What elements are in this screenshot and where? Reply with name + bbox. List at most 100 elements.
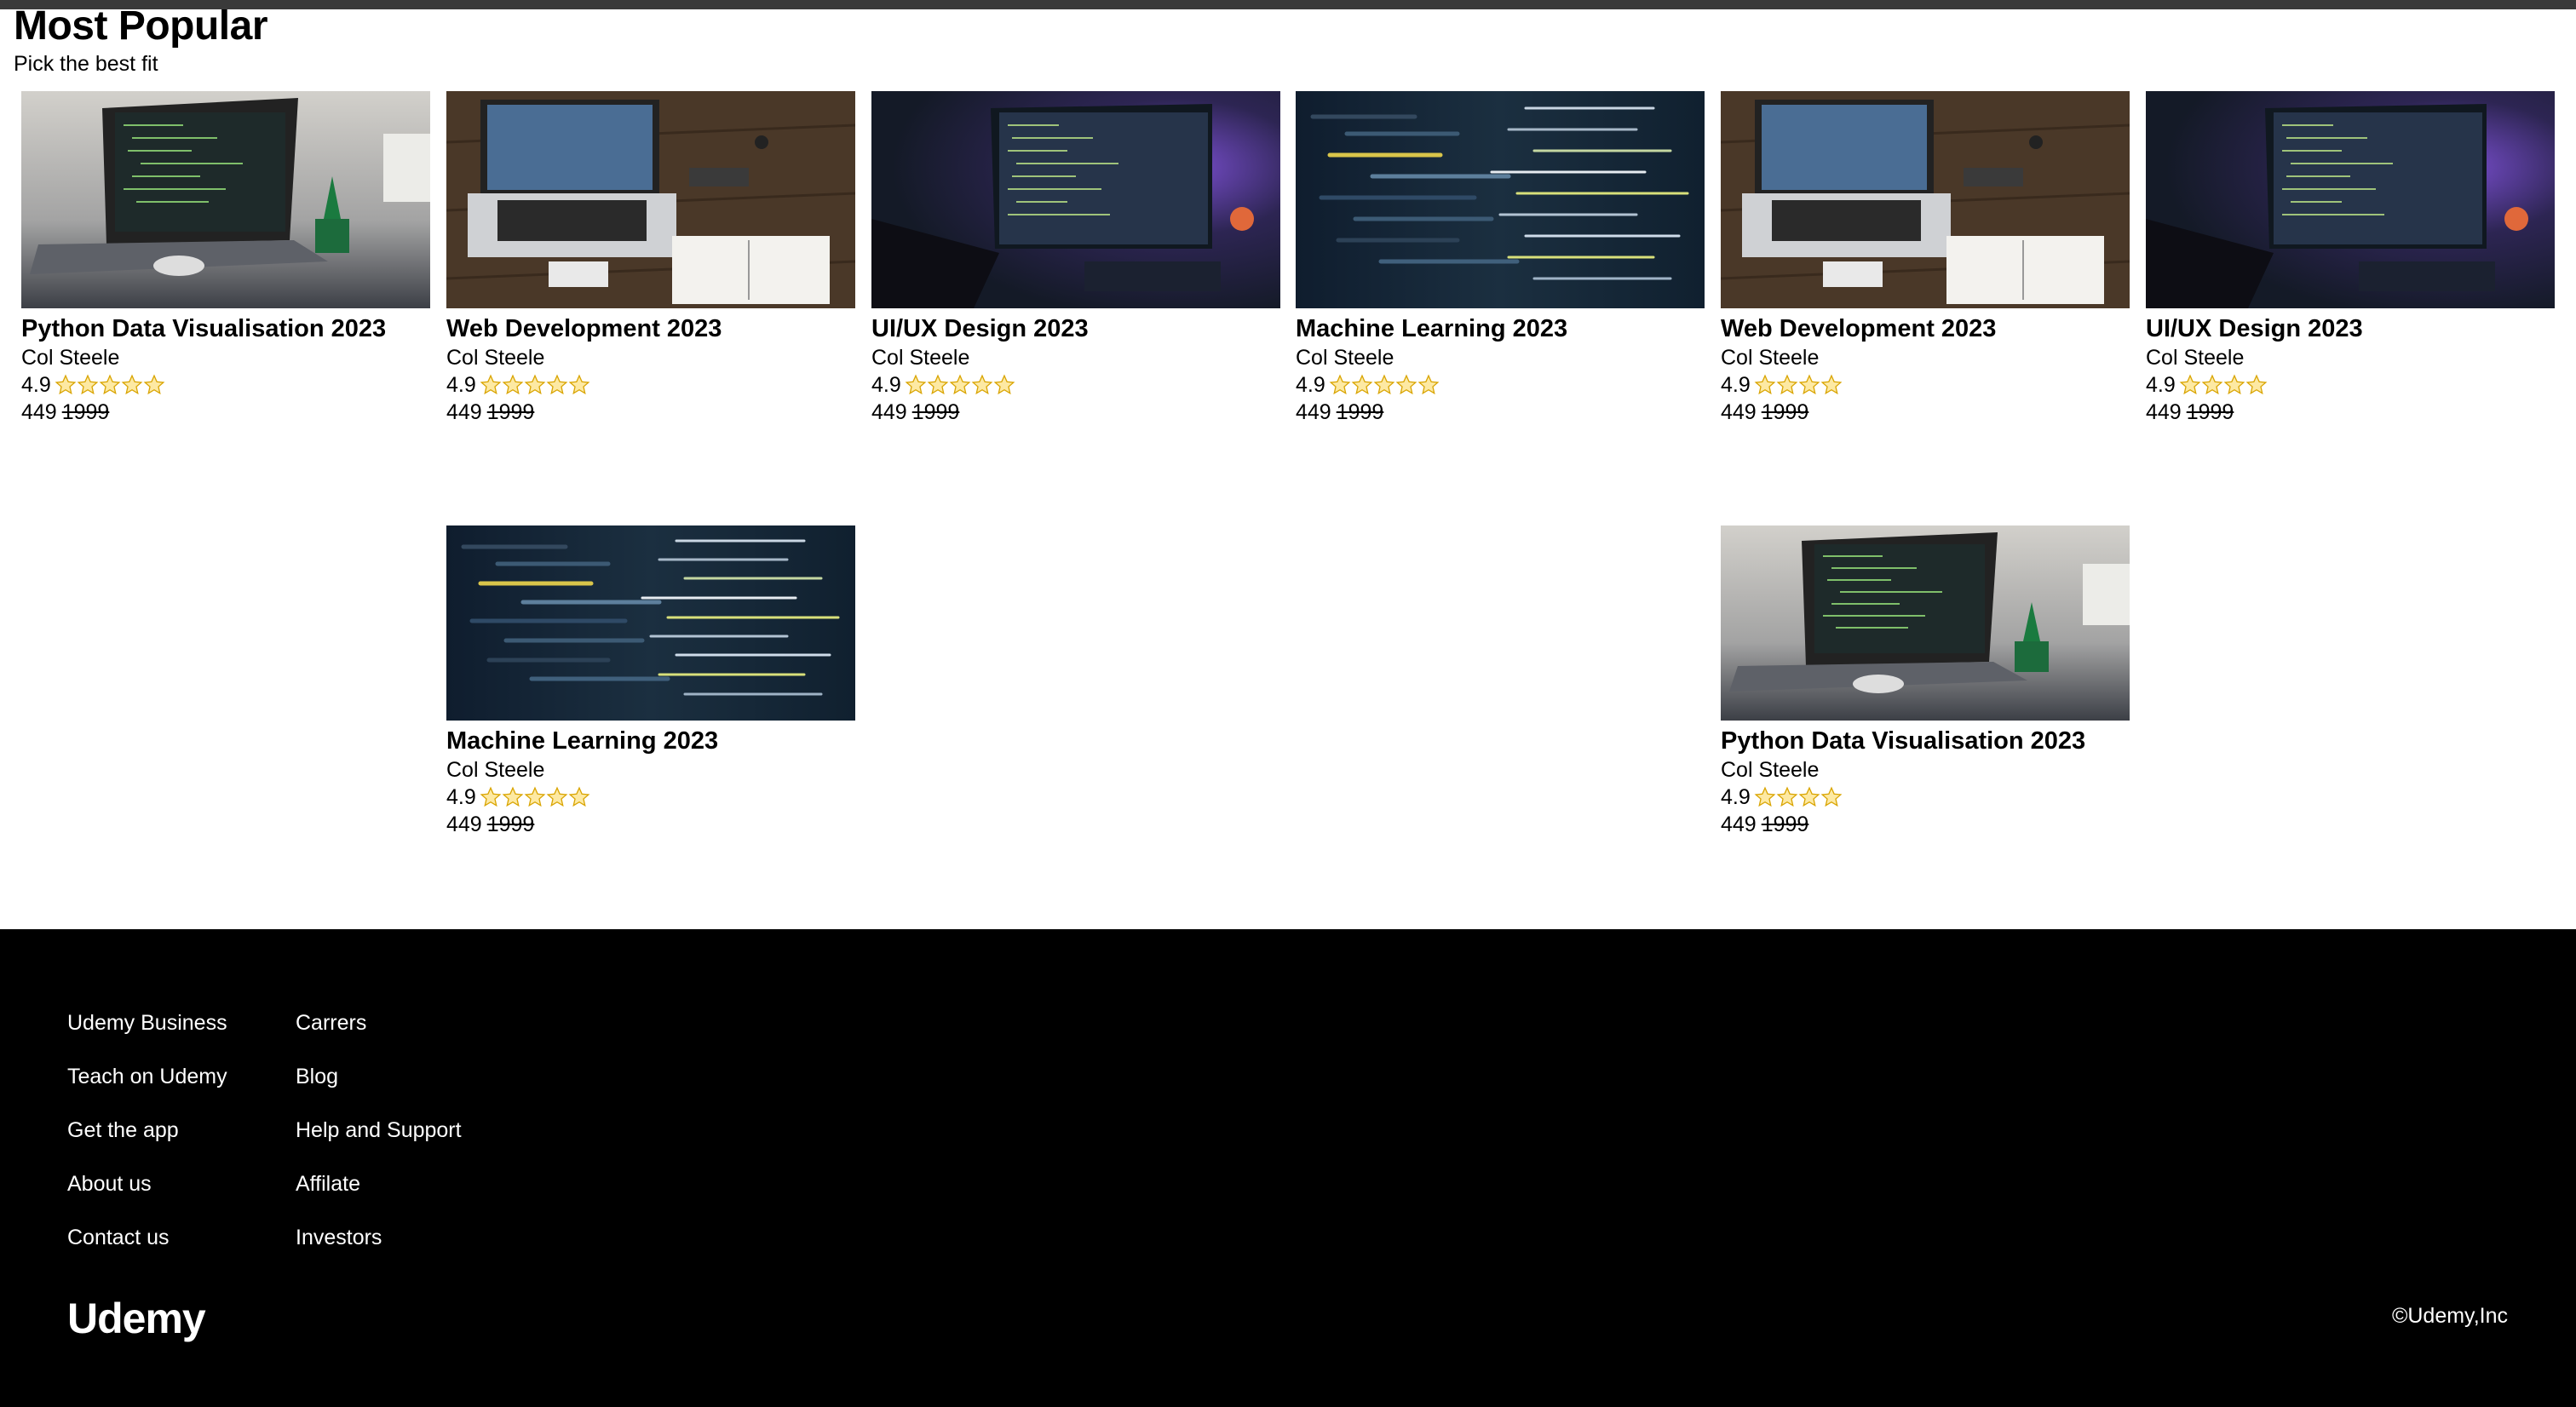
footer-link[interactable]: About us	[67, 1157, 227, 1211]
rating-value: 4.9	[1721, 373, 1751, 397]
course-title[interactable]: Web Development 2023	[446, 313, 855, 344]
star-icon	[1395, 374, 1417, 395]
course-title[interactable]: Web Development 2023	[1721, 313, 2130, 344]
star-icon	[1820, 786, 1843, 807]
section-subtitle: Pick the best fit	[14, 52, 158, 76]
udemy-logo[interactable]: Udemy	[67, 1294, 206, 1343]
course-card[interactable]: Web Development 2023 Col Steele 4.9 449 1…	[1721, 91, 2130, 426]
footer-link[interactable]: Contact us	[67, 1211, 227, 1265]
course-card[interactable]: Python Data Visualisation 2023 Col Steel…	[1721, 525, 2130, 838]
course-rating: 4.9	[2146, 371, 2555, 399]
course-card[interactable]: Python Data Visualisation 2023 Col Steel…	[21, 91, 430, 426]
rating-value: 4.9	[21, 373, 51, 397]
current-price: 449	[1296, 400, 1331, 424]
course-title[interactable]: Machine Learning 2023	[446, 726, 855, 756]
current-price: 449	[871, 400, 907, 424]
rating-value: 4.9	[1296, 373, 1325, 397]
star-icon	[1754, 786, 1776, 807]
course-card[interactable]: UI/UX Design 2023 Col Steele 4.9 449 1999	[2146, 91, 2555, 426]
site-footer: Udemy Business Teach on Udemy Get the ap…	[0, 929, 2576, 1407]
section-title: Most Popular	[14, 3, 268, 49]
star-rating	[55, 374, 165, 396]
course-rating: 4.9	[1721, 784, 2130, 811]
star-icon	[993, 374, 1015, 395]
star-icon	[2245, 374, 2268, 395]
star-icon	[2201, 374, 2223, 395]
course-rating: 4.9	[446, 784, 855, 811]
star-icon	[1798, 374, 1820, 395]
course-thumbnail[interactable]	[1296, 91, 1705, 308]
star-icon	[1776, 786, 1798, 807]
footer-link[interactable]: Affilate	[296, 1157, 462, 1211]
star-icon	[55, 374, 77, 395]
course-rating: 4.9	[1721, 371, 2130, 399]
star-icon	[568, 374, 590, 395]
course-thumbnail[interactable]	[1721, 91, 2130, 308]
current-price: 449	[2146, 400, 2182, 424]
course-price: 449 1999	[871, 399, 1280, 426]
course-card[interactable]: Machine Learning 2023 Col Steele 4.9 449…	[1296, 91, 1705, 426]
star-icon	[1820, 374, 1843, 395]
original-price: 1999	[1761, 400, 1809, 424]
course-price: 449 1999	[21, 399, 430, 426]
original-price: 1999	[486, 813, 535, 836]
course-title[interactable]: Python Data Visualisation 2023	[21, 313, 430, 344]
course-card[interactable]: UI/UX Design 2023 Col Steele 4.9 449 1999	[871, 91, 1280, 426]
course-author: Col Steele	[1721, 346, 1820, 370]
course-title[interactable]: Python Data Visualisation 2023	[1721, 726, 2130, 756]
footer-column-1: Udemy Business Teach on Udemy Get the ap…	[67, 996, 227, 1265]
course-title[interactable]: UI/UX Design 2023	[2146, 313, 2555, 344]
course-title[interactable]: Machine Learning 2023	[1296, 313, 1705, 344]
course-thumbnail[interactable]	[446, 91, 855, 308]
course-thumbnail[interactable]	[21, 91, 430, 308]
course-author: Col Steele	[1721, 758, 1820, 782]
star-rating	[480, 786, 590, 808]
course-author: Col Steele	[446, 758, 545, 782]
footer-link[interactable]: Blog	[296, 1050, 462, 1104]
current-price: 449	[446, 813, 482, 836]
rating-value: 4.9	[871, 373, 901, 397]
star-icon	[1373, 374, 1395, 395]
star-rating	[1754, 786, 1843, 808]
top-bar	[0, 0, 2576, 9]
star-icon	[971, 374, 993, 395]
course-price: 449 1999	[446, 811, 855, 838]
star-icon	[568, 786, 590, 807]
course-rating: 4.9	[446, 371, 855, 399]
course-thumbnail[interactable]	[446, 525, 855, 721]
star-icon	[2179, 374, 2201, 395]
course-price: 449 1999	[2146, 399, 2555, 426]
course-thumbnail[interactable]	[2146, 91, 2555, 308]
footer-link[interactable]: Get the app	[67, 1104, 227, 1157]
original-price: 1999	[2186, 400, 2234, 424]
course-thumbnail[interactable]	[871, 91, 1280, 308]
star-icon	[546, 786, 568, 807]
copyright-text: ©Udemy,Inc	[2391, 1304, 2508, 1328]
course-rating: 4.9	[21, 371, 430, 399]
course-card[interactable]: Web Development 2023 Col Steele 4.9 449 1…	[446, 91, 855, 426]
original-price: 1999	[911, 400, 960, 424]
course-title[interactable]: UI/UX Design 2023	[871, 313, 1280, 344]
star-icon	[546, 374, 568, 395]
star-icon	[480, 786, 502, 807]
footer-link[interactable]: Teach on Udemy	[67, 1050, 227, 1104]
current-price: 449	[1721, 400, 1757, 424]
star-icon	[1329, 374, 1351, 395]
footer-link[interactable]: Carrers	[296, 996, 462, 1050]
course-thumbnail[interactable]	[1721, 525, 2130, 721]
star-rating	[1329, 374, 1440, 396]
star-icon	[1351, 374, 1373, 395]
star-icon	[480, 374, 502, 395]
original-price: 1999	[1761, 813, 1809, 836]
course-card[interactable]: Machine Learning 2023 Col Steele 4.9 449…	[446, 525, 855, 838]
star-icon	[905, 374, 927, 395]
course-price: 449 1999	[446, 399, 855, 426]
footer-link[interactable]: Udemy Business	[67, 996, 227, 1050]
star-icon	[1417, 374, 1440, 395]
footer-link[interactable]: Help and Support	[296, 1104, 462, 1157]
footer-link[interactable]: Investors	[296, 1211, 462, 1265]
course-author: Col Steele	[2146, 346, 2245, 370]
course-author: Col Steele	[871, 346, 970, 370]
original-price: 1999	[1336, 400, 1384, 424]
course-price: 449 1999	[1721, 811, 2130, 838]
